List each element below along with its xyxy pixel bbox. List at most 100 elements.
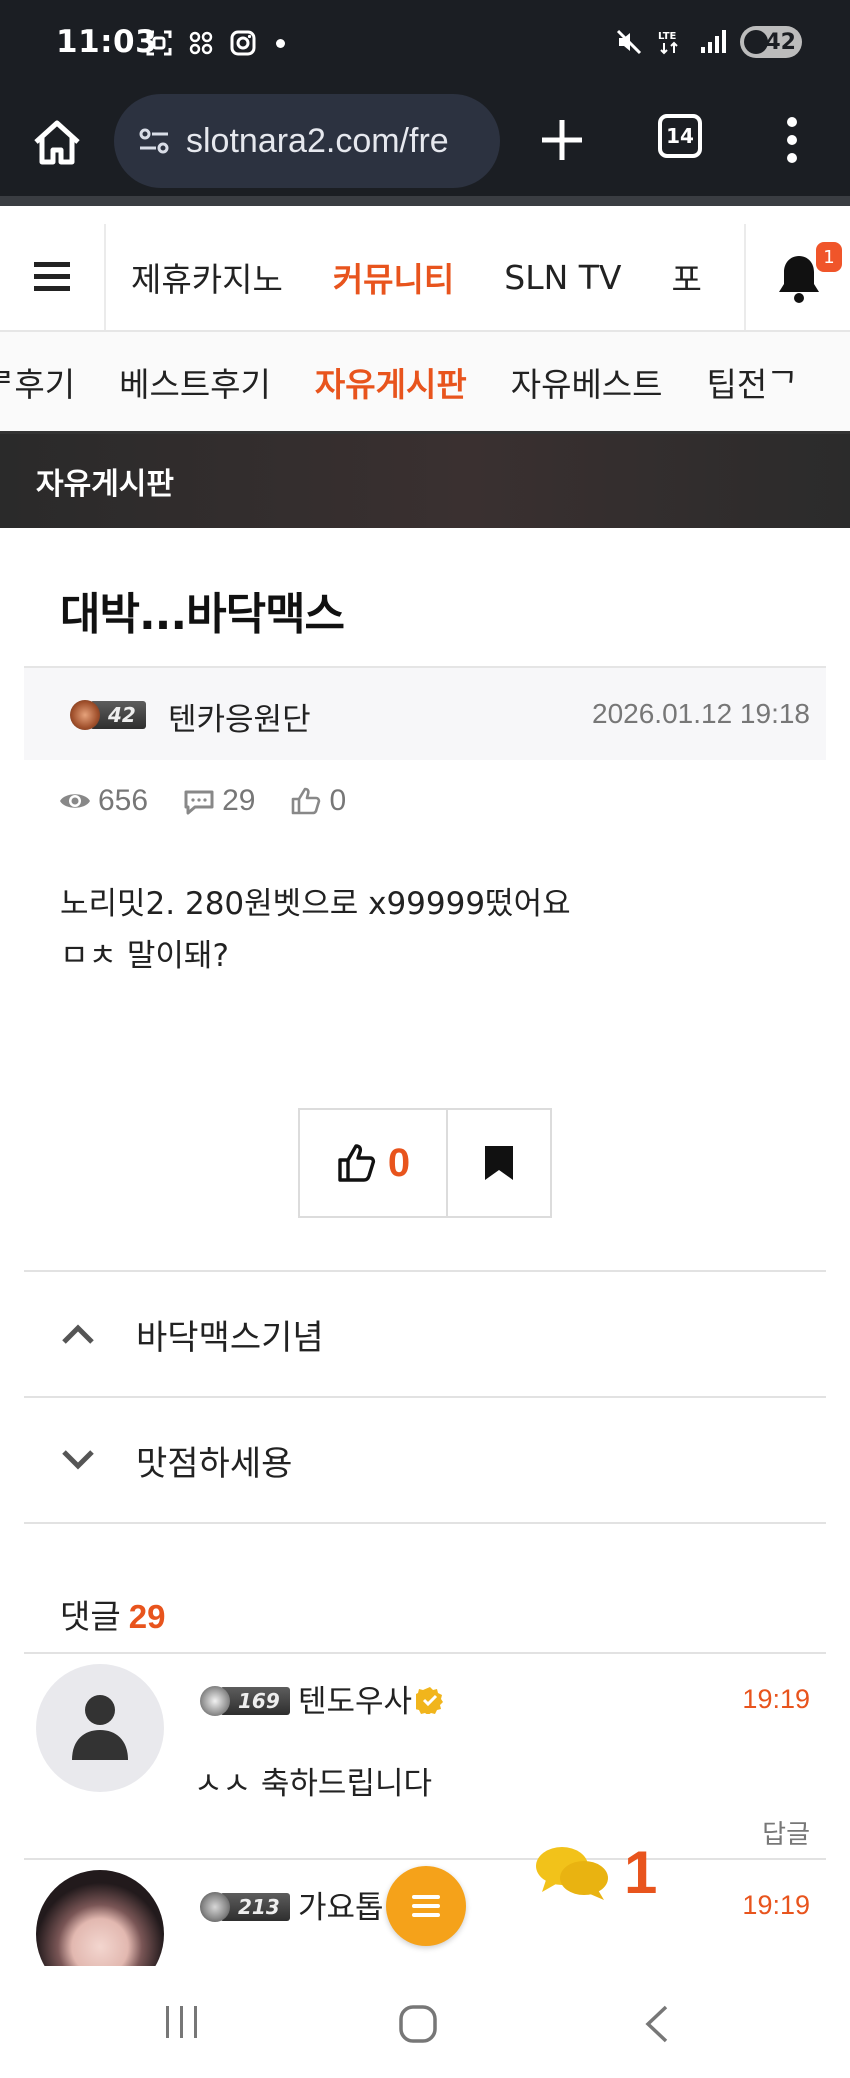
app-grid-icon	[189, 31, 213, 55]
comment-level: 213	[220, 1893, 290, 1921]
status-bar: 11:03 LTE 42	[0, 0, 850, 90]
browser-toolbar: slotnara2.com/fre 14	[0, 90, 850, 206]
comment-text: ㅅㅅ 축하드립니다	[194, 1766, 433, 1802]
post-date: 2026.01.12 19:18	[592, 698, 810, 729]
comment-stat: 29	[182, 784, 255, 818]
thumb-up-icon	[338, 1144, 375, 1182]
bookmark-icon	[485, 1146, 513, 1180]
comment-time: 19:19	[742, 1890, 810, 1920]
floating-menu-button[interactable]	[386, 1866, 466, 1946]
tabs-button[interactable]: 14	[658, 114, 702, 158]
sub-nav-item-tips[interactable]: 팁전ᄀ	[685, 358, 820, 406]
comments-total: 29	[128, 1598, 166, 1635]
level-gem-icon	[70, 700, 100, 730]
nav-item-partner-casino[interactable]: 제휴카지노	[106, 253, 308, 301]
status-time: 11:03	[56, 24, 158, 60]
view-count: 656	[98, 784, 149, 817]
post-body-line: 노리밋2. 280원벳으로 x99999떴어요	[60, 886, 571, 922]
plus-icon[interactable]	[536, 114, 588, 166]
more-icon[interactable]	[782, 114, 802, 166]
post-meta: 42 텐카응원단 2026.01.12 19:18	[24, 666, 826, 760]
address-bar[interactable]: slotnara2.com/fre	[114, 94, 500, 188]
comments-heading-label: 댓글	[60, 1597, 121, 1636]
post-title: 대박...바닥맥스	[60, 589, 345, 640]
home-nav-icon[interactable]	[398, 2004, 438, 2044]
like-button-count: 0	[387, 1140, 411, 1185]
next-post-title[interactable]: 맛점하세용	[136, 1436, 292, 1485]
user-icon	[72, 1695, 128, 1760]
home-icon[interactable]	[28, 114, 86, 172]
nav-item-sln-tv[interactable]: SLN TV	[479, 258, 646, 297]
main-nav-items: 제휴카지노 커뮤니티 SLN TV 포	[106, 224, 744, 330]
avatar[interactable]	[36, 1870, 164, 1966]
reply-button[interactable]: 답글	[762, 1814, 810, 1851]
signal-icon	[701, 30, 726, 53]
toolbar-divider	[0, 196, 850, 206]
comment-author[interactable]: 가요톱	[298, 1882, 384, 1927]
status-system-icons: LTE 42	[614, 26, 802, 58]
thumb-up-icon	[292, 787, 321, 815]
battery-indicator: 42	[740, 26, 802, 58]
status-notification-icons	[144, 28, 285, 58]
level-gem-icon	[200, 1686, 230, 1716]
sub-nav: ᄅ후기 베스트후기 자유게시판 자유베스트 팁전ᄀ	[0, 332, 850, 434]
comment-level: 169	[220, 1687, 290, 1715]
chat-widget[interactable]: 1	[534, 1838, 657, 1907]
menu-button[interactable]	[0, 224, 106, 330]
post-author[interactable]: 텐카응원단	[168, 694, 311, 739]
nav-item-community[interactable]: 커뮤니티	[308, 253, 479, 301]
prev-post-title[interactable]: 바닥맥스기념	[136, 1310, 324, 1359]
prev-post-link[interactable]: 바닥맥스기념	[24, 1270, 826, 1396]
screenshot-icon	[146, 30, 172, 56]
post-body: 노리밋2. 280원벳으로 x99999떴어요 ㅁㅊ 말이돼?	[60, 878, 571, 982]
chat-count: 1	[624, 1839, 658, 1906]
lte-icon: LTE	[658, 31, 678, 55]
author-level-badge: 42	[70, 700, 146, 730]
divider	[24, 1522, 826, 1524]
chat-bubbles-icon	[536, 1846, 608, 1900]
recent-apps-icon[interactable]	[162, 2004, 202, 2040]
lte-label: LTE	[658, 31, 677, 42]
system-navigation-bar	[0, 1966, 850, 2078]
url-text[interactable]: slotnara2.com/fre	[186, 122, 449, 161]
site-settings-icon[interactable]	[136, 123, 172, 159]
comment-time: 19:19	[742, 1684, 810, 1714]
comment-item: 169 텐도우사 19:19 ㅅㅅ 축하드립니다 답글	[24, 1652, 826, 1860]
sub-nav-item-free-board[interactable]: 자유게시판	[293, 358, 489, 406]
next-post-link[interactable]: 맛점하세용	[24, 1396, 826, 1522]
chevron-down-icon	[62, 1450, 94, 1470]
back-icon[interactable]	[642, 2004, 672, 2044]
like-button[interactable]: 0	[300, 1110, 448, 1216]
avatar[interactable]	[36, 1664, 164, 1792]
comment-author[interactable]: 텐도우사	[298, 1676, 412, 1721]
mute-icon	[616, 29, 642, 55]
board-title: 자유게시판	[36, 467, 174, 502]
level-gem-icon	[200, 1892, 230, 1922]
bookmark-button[interactable]	[448, 1110, 550, 1216]
menu-icon	[412, 1895, 440, 1917]
like-count-stat: 0	[329, 784, 347, 817]
post-stats: 656 29 0	[58, 784, 380, 818]
comments-heading: 댓글 29	[60, 1590, 165, 1638]
chevron-up-icon	[62, 1324, 94, 1344]
view-stat: 656	[58, 784, 148, 818]
sub-nav-item-best-reviews[interactable]: 베스트후기	[97, 358, 293, 406]
comment-count: 29	[222, 784, 256, 817]
instagram-icon	[230, 30, 256, 56]
comment-level-badge: 213	[200, 1892, 290, 1922]
sub-nav-item-reviews[interactable]: ᄅ후기	[0, 358, 97, 406]
notification-dot-icon	[276, 38, 285, 48]
notification-button[interactable]: 1	[744, 224, 850, 330]
verified-icon	[416, 1687, 443, 1714]
like-stat: 0	[289, 784, 346, 818]
post-body-line: ㅁㅊ 말이돼?	[60, 938, 229, 974]
board-header: 자유게시판	[0, 434, 850, 528]
nav-item-more[interactable]: 포	[647, 253, 727, 301]
comment-level-badge: 169	[200, 1686, 290, 1716]
sub-nav-item-free-best[interactable]: 자유베스트	[489, 358, 685, 406]
eye-icon	[60, 794, 90, 808]
notification-badge: 1	[816, 242, 842, 272]
comment-icon	[184, 790, 214, 815]
site-main-nav: 제휴카지노 커뮤니티 SLN TV 포 1	[0, 224, 850, 332]
menu-icon	[34, 262, 70, 291]
